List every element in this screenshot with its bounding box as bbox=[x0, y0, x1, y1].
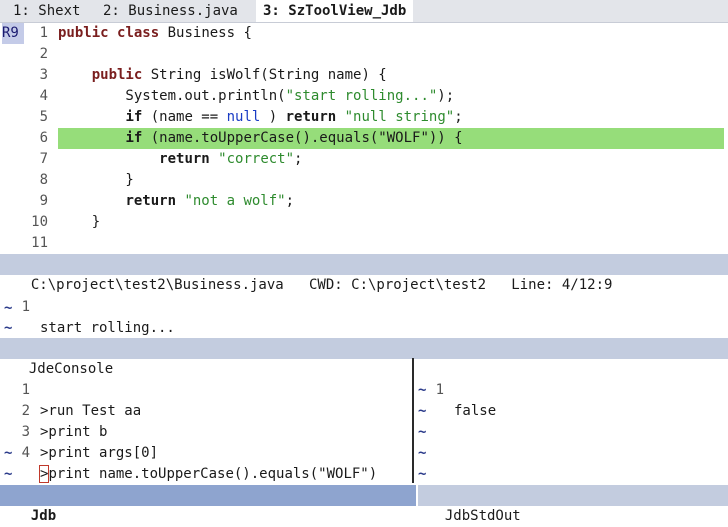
line-number: 1 bbox=[39, 25, 48, 41]
jdb-line: 4 >print name.toUpperCase().equals("WOLF… bbox=[0, 422, 410, 483]
code-token: ); bbox=[437, 88, 455, 104]
tab-sztoolview-jdb[interactable]: 3: SzToolView_Jdb bbox=[256, 0, 414, 22]
code-token: System.out.println( bbox=[58, 88, 286, 104]
code-token: ; bbox=[454, 109, 463, 125]
empty-line-marker: ~ bbox=[418, 424, 427, 440]
pane-separator[interactable] bbox=[412, 358, 414, 483]
code-line: public String isWolf(String name) { bbox=[58, 65, 387, 86]
empty-line-marker: ~ bbox=[4, 445, 13, 461]
code-line: } bbox=[58, 170, 134, 191]
code-token: return bbox=[159, 151, 210, 167]
stdout-title: JdbStdOut bbox=[444, 508, 521, 524]
code-token: "null string" bbox=[344, 109, 455, 125]
empty-line-marker: ~ bbox=[418, 382, 427, 398]
jdb-command: >print name.toUpperCase().equals("WOLF") bbox=[38, 464, 378, 485]
code-line: return "not a wolf"; bbox=[58, 191, 294, 212]
line-number: 5 bbox=[39, 109, 48, 125]
jdb-status-bar: Jdb bbox=[0, 485, 416, 524]
tab-bar: 1: Shext 2: Business.java 3: SzToolView_… bbox=[0, 0, 728, 23]
code-token: Business { bbox=[159, 25, 252, 41]
output-text: start rolling... bbox=[40, 320, 175, 336]
code-token: ; bbox=[294, 151, 303, 167]
tab-business-java[interactable]: 2: Business.java bbox=[96, 0, 245, 22]
code-token: } bbox=[58, 172, 134, 188]
code-token: String isWolf(String name) { bbox=[142, 67, 387, 83]
empty-line-marker: ~ bbox=[418, 445, 427, 461]
line-number: 8 bbox=[39, 172, 48, 188]
jdb-line: 1 >run Test aa bbox=[0, 359, 410, 419]
line-number: 6 bbox=[39, 130, 48, 146]
empty-line-marker: ~ bbox=[418, 403, 427, 419]
code-token: return bbox=[125, 193, 177, 209]
empty-line-marker: ~ bbox=[4, 320, 13, 336]
code-token: if bbox=[125, 109, 143, 125]
jdb-command-rest: print name.toUpperCase().equals("WOLF") bbox=[48, 466, 378, 482]
code-token: (name == bbox=[142, 109, 227, 125]
empty-line-marker: ~ bbox=[4, 466, 13, 482]
line-number: 2 bbox=[39, 46, 48, 62]
code-token: class bbox=[117, 25, 160, 41]
tab-shext[interactable]: 1: Shext bbox=[6, 0, 87, 22]
editor-status-bar: C:\project\test2\Business.java CWD: C:\p… bbox=[0, 254, 728, 293]
empty-line-marker: ~ bbox=[418, 466, 427, 482]
code-token: ; bbox=[285, 193, 295, 209]
jde-console-bar: JdeConsole bbox=[0, 338, 728, 377]
code-token: "start rolling..." bbox=[285, 88, 438, 104]
code-line: if (name.toUpperCase().equals("WOLF")) { bbox=[58, 128, 463, 149]
stdout-line: 1 false bbox=[418, 359, 724, 419]
code-line: return "correct"; bbox=[58, 149, 302, 170]
line-number: 9 bbox=[39, 193, 48, 209]
line-number: 11 bbox=[31, 235, 48, 251]
code-token: public bbox=[58, 25, 109, 41]
code-line: public class Business { bbox=[58, 23, 252, 44]
code-token: "correct" bbox=[218, 151, 295, 167]
line-number: 4 bbox=[39, 88, 48, 104]
code-line: if (name == null ) return "null string"; bbox=[58, 107, 463, 128]
output-line: 1 start rolling... bbox=[0, 276, 728, 336]
jdb-line: 2 >print b bbox=[0, 380, 410, 440]
line-number: 3 bbox=[39, 67, 48, 83]
code-token: (name.toUpperCase().equals("WOLF")) { bbox=[142, 130, 463, 146]
code-token: ) bbox=[260, 109, 286, 125]
code-editor[interactable]: R9 1 public class Business { 2 3 public Str… bbox=[0, 23, 728, 253]
code-token: if bbox=[125, 130, 143, 146]
register-mark: R9 bbox=[2, 23, 24, 44]
code-token: public bbox=[91, 67, 143, 83]
line-number: 10 bbox=[31, 214, 48, 230]
code-token: "not a wolf" bbox=[184, 193, 286, 209]
jdb-command: >print args[0] bbox=[40, 445, 159, 461]
code-line: } bbox=[58, 212, 100, 233]
stdout-text: false bbox=[454, 403, 497, 419]
code-line: System.out.println("start rolling..."); bbox=[58, 86, 454, 107]
jdb-title: Jdb bbox=[30, 508, 57, 524]
line-number: 7 bbox=[39, 151, 48, 167]
jdb-line: 3 >print args[0] bbox=[0, 401, 410, 461]
code-token: return bbox=[285, 109, 337, 125]
stdout-status-bar: JdbStdOut bbox=[418, 485, 728, 524]
empty-line-marker: ~ bbox=[4, 300, 13, 316]
code-token: } bbox=[58, 214, 101, 230]
code-token: null bbox=[226, 109, 261, 125]
